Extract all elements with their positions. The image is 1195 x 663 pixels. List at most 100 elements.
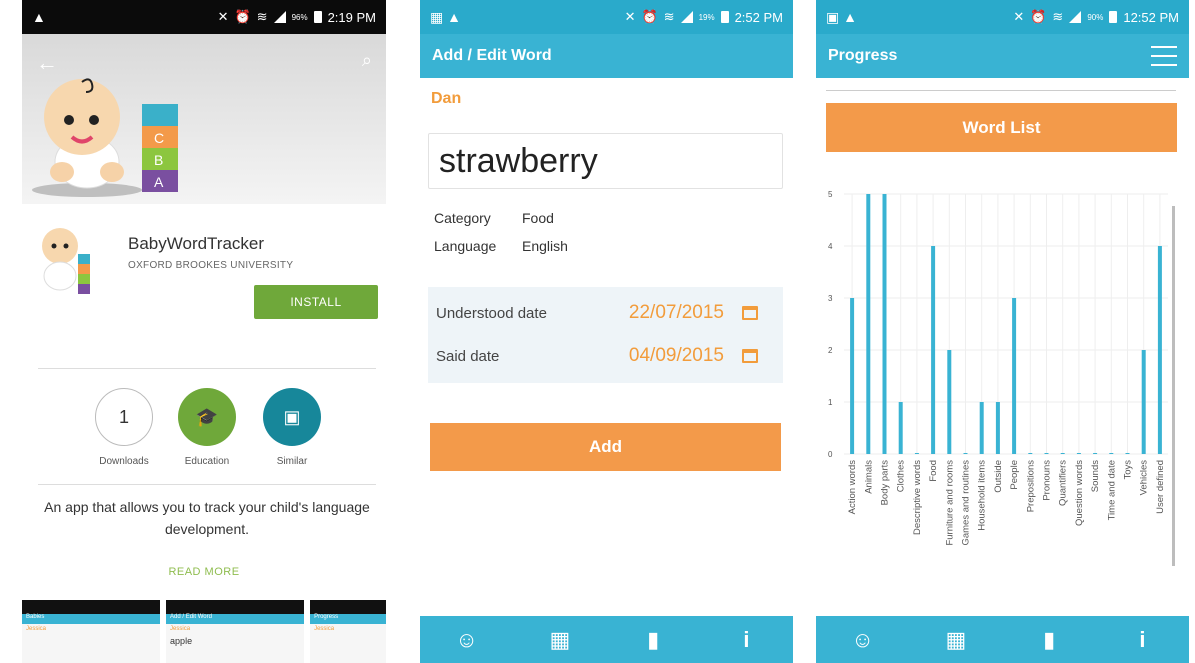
babies-nav-icon[interactable]: ☺ — [843, 620, 883, 660]
stat-downloads[interactable]: 1 Downloads — [84, 388, 164, 467]
app-title: BabyWordTracker — [128, 234, 265, 253]
search-icon[interactable]: ⌕ — [362, 50, 372, 71]
stat-label: Education — [184, 456, 230, 467]
screenshot-thumb[interactable]: Add / Edit Word Jessica apple — [166, 600, 305, 663]
stat-education[interactable]: 🎓 Education — [167, 388, 247, 467]
bar-toys[interactable] — [1125, 453, 1130, 454]
screenshot-carousel[interactable]: Babies Jessica Add / Edit Word Jessica a… — [22, 600, 386, 663]
info-nav-icon[interactable]: i — [1122, 620, 1162, 660]
bar-food[interactable] — [931, 246, 936, 454]
notification-icons: ▣ ▲ — [826, 8, 857, 25]
y-tick-label: 4 — [828, 242, 833, 251]
bar-clothes[interactable] — [898, 402, 903, 454]
stat-label: Downloads — [99, 456, 149, 467]
baby-illustration — [32, 78, 142, 197]
said-date-value[interactable]: 04/09/2015 — [596, 345, 724, 367]
language-row[interactable]: Language English — [434, 238, 568, 254]
y-tick-label: 3 — [828, 294, 833, 303]
bar-body-parts[interactable] — [882, 194, 887, 454]
x-tick-label: Food — [928, 460, 939, 482]
screenshot-word: apple — [170, 636, 193, 646]
y-tick-label: 2 — [828, 346, 833, 355]
x-tick-label: Action words — [847, 460, 858, 515]
svg-text:A: A — [154, 174, 164, 190]
read-more-link[interactable]: READ MORE — [22, 566, 386, 578]
bar-outside[interactable] — [995, 402, 1000, 454]
signal-icon — [1069, 11, 1082, 23]
progress-chart-nav-icon[interactable]: ▮ — [633, 620, 673, 660]
words-abc-nav-icon[interactable]: ▦ — [936, 620, 976, 660]
language-value: English — [522, 238, 568, 254]
battery-percent: 90% — [1087, 12, 1104, 22]
x-tick-label: Animals — [863, 460, 874, 494]
install-button[interactable]: INSTALL — [254, 285, 378, 319]
bar-vehicles[interactable] — [1141, 350, 1146, 454]
x-tick-label: Time and date — [1106, 460, 1117, 520]
understood-date-row[interactable]: Understood date 22/07/2015 — [436, 299, 775, 327]
screenshot-thumb[interactable]: Progress Jessica — [310, 600, 386, 663]
screenshot-thumb[interactable]: Babies Jessica — [22, 600, 161, 663]
understood-date-value[interactable]: 22/07/2015 — [596, 302, 724, 324]
screenshot-title: Babies — [22, 614, 161, 624]
clock: 2:19 PM — [327, 9, 376, 25]
app-bar: Add / Edit Word — [420, 34, 793, 78]
x-tick-label: User defined — [1155, 460, 1166, 514]
mute-icon: ✕ — [217, 9, 229, 24]
category-label: Category — [434, 210, 491, 226]
battery-icon — [1109, 11, 1118, 23]
word-input[interactable]: strawberry — [428, 133, 783, 189]
calendar-icon[interactable] — [742, 306, 758, 320]
filter-settings-icon[interactable] — [1151, 46, 1177, 66]
app-developer[interactable]: OXFORD BROOKES UNIVERSITY — [128, 260, 293, 271]
x-tick-label: Household items — [977, 460, 988, 531]
x-tick-label: Toys — [1123, 460, 1134, 480]
info-nav-icon[interactable]: i — [726, 620, 766, 660]
bar-time-and-date[interactable] — [1109, 453, 1114, 454]
bar-people[interactable] — [1012, 298, 1017, 454]
notification-icons: ▦ ▲ — [430, 8, 461, 25]
bar-question-words[interactable] — [1076, 453, 1081, 454]
y-tick-label: 1 — [828, 398, 833, 407]
screenshot-text: Jessica — [26, 626, 47, 632]
bar-quantifiers[interactable] — [1060, 453, 1065, 454]
child-name: Dan — [431, 90, 462, 107]
category-row[interactable]: Category Food — [434, 210, 554, 226]
app-description: An app that allows you to track your chi… — [44, 499, 370, 537]
language-label: Language — [434, 238, 497, 254]
bar-games-and-routines[interactable] — [963, 453, 968, 454]
x-tick-label: People — [1009, 460, 1020, 490]
status-bar: ▣ ▲ ✕ ⏰ ≋ 90% 12:52 PM — [816, 0, 1189, 34]
battery-percent: 19% — [698, 12, 715, 22]
progress-chart-nav-icon[interactable]: ▮ — [1029, 620, 1069, 660]
screenshot-title: Add / Edit Word — [166, 614, 305, 624]
bar-user-defined[interactable] — [1157, 246, 1162, 454]
x-tick-label: Descriptive words — [912, 460, 923, 535]
bar-furniture-and-rooms[interactable] — [947, 350, 952, 454]
bar-sounds[interactable] — [1093, 453, 1098, 454]
play-store-screen: ▲ ✕ ⏰ ≋ 96% 2:19 PM ← ⌕ C B A BabyWordTr… — [22, 0, 386, 663]
bar-household-items[interactable] — [979, 402, 984, 454]
bar-action-words[interactable] — [850, 298, 855, 454]
words-abc-nav-icon[interactable]: ▦ — [540, 620, 580, 660]
mute-icon: ✕ — [624, 9, 636, 24]
divider — [38, 484, 376, 485]
bar-descriptive-words[interactable] — [914, 453, 919, 454]
calendar-icon[interactable] — [742, 349, 758, 363]
bar-pronouns[interactable] — [1044, 453, 1049, 454]
app-bar: Progress — [816, 34, 1189, 78]
screenshot-title: Progress — [310, 614, 386, 624]
add-button[interactable]: Add — [430, 423, 781, 471]
category-value: Food — [522, 210, 554, 226]
word-list-button[interactable]: Word List — [826, 103, 1177, 152]
divider — [38, 368, 376, 369]
said-date-row[interactable]: Said date 04/09/2015 — [436, 342, 775, 370]
bar-prepositions[interactable] — [1028, 453, 1033, 454]
letter-blocks-illustration: C B A — [142, 104, 178, 192]
signal-icon — [273, 11, 286, 23]
clock: 12:52 PM — [1123, 9, 1179, 25]
bar-animals[interactable] — [866, 194, 871, 454]
status-bar: ▲ ✕ ⏰ ≋ 96% 2:19 PM — [22, 0, 386, 34]
stat-similar[interactable]: ▣ Similar — [252, 388, 332, 467]
babies-nav-icon[interactable]: ☺ — [447, 620, 487, 660]
app-stats: 1 Downloads 🎓 Education ▣ Similar — [22, 388, 386, 468]
